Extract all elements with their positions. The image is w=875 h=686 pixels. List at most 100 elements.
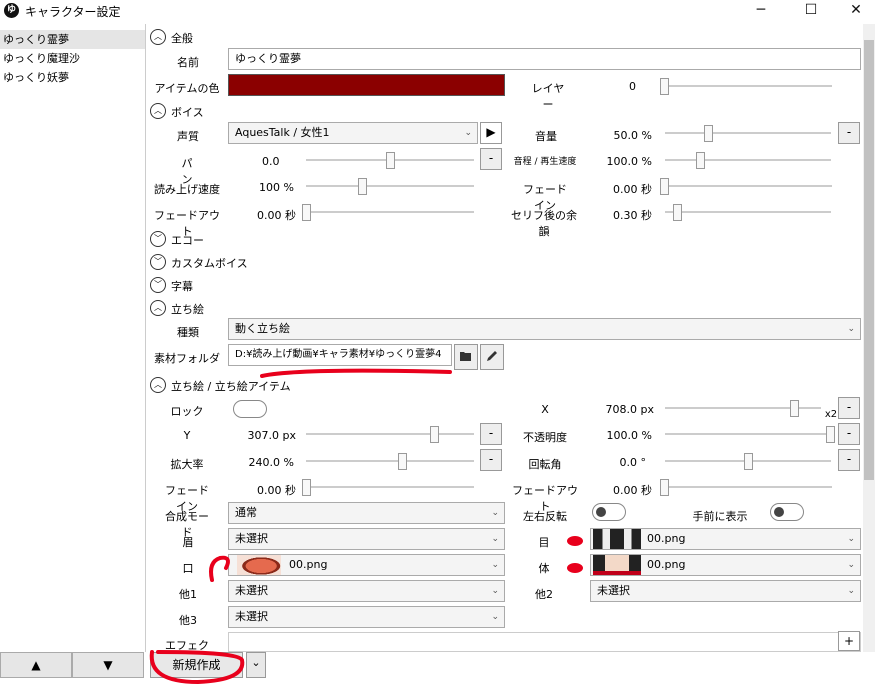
pitch-value: 100.0 % [606, 155, 652, 168]
chevron-down-icon: ⌄ [491, 534, 499, 544]
character-item-marisa[interactable]: ゆっくり魔理沙 [0, 49, 145, 68]
lock-toggle[interactable] [233, 400, 267, 418]
character-item-youmu[interactable]: ゆっくり妖夢 [0, 68, 145, 87]
name-input[interactable]: ゆっくり霊夢 [228, 48, 861, 70]
effect-list[interactable] [228, 632, 861, 652]
y-value: 307.0 px [247, 429, 296, 442]
x-slider[interactable] [665, 400, 821, 417]
folder-input[interactable]: D:¥読み上げ動画¥キャラ素材¥ゆっくり霊夢4 [228, 344, 452, 366]
mouth-thumbnail [237, 555, 281, 575]
item-fadein-slider[interactable] [302, 479, 474, 496]
eyebrow-select[interactable]: 未選択 ⌄ [228, 528, 505, 550]
volume-reset-button[interactable]: - [838, 122, 860, 144]
name-label: 名前 [177, 56, 199, 69]
voice-quality-value: AquesTalk / 女性1 [235, 126, 330, 139]
item-fadeout-slider[interactable] [660, 479, 832, 496]
front-toggle[interactable] [770, 503, 804, 521]
x-reset-button[interactable]: - [838, 397, 860, 419]
voice-fadein-slider[interactable] [660, 178, 832, 195]
chevron-down-icon: ⌄ [464, 128, 472, 138]
other2-label: 他2 [535, 588, 553, 601]
margin-slider[interactable] [665, 204, 831, 221]
collapse-icon[interactable]: ︿ [150, 29, 166, 45]
section-echo-title: エコー [171, 234, 204, 247]
eye-label: 目 [538, 536, 550, 549]
zoom-reset-button[interactable]: - [480, 449, 502, 471]
rotation-label: 回転角 [528, 458, 562, 471]
mouth-select[interactable]: 00.png ⌄ [228, 554, 505, 576]
expand-icon[interactable]: ﹀ [150, 231, 166, 247]
annotation-underline [260, 368, 452, 378]
scrollbar-thumb[interactable] [864, 40, 874, 480]
other3-select[interactable]: 未選択 ⌄ [228, 606, 505, 628]
other2-value: 未選択 [597, 584, 630, 597]
zoom-slider[interactable] [306, 453, 474, 470]
body-select[interactable]: 00.png ⌄ [590, 554, 861, 576]
item-color-swatch[interactable] [228, 74, 505, 96]
section-custom-voice-title: カスタムボイス [171, 257, 248, 270]
folder-open-icon[interactable] [454, 344, 478, 370]
pan-reset-button[interactable]: - [480, 148, 502, 170]
expand-icon[interactable]: ﹀ [150, 254, 166, 270]
rotation-reset-button[interactable]: - [838, 449, 860, 471]
character-list: ゆっくり霊夢 ゆっくり魔理沙 ゆっくり妖夢 [0, 24, 146, 652]
chevron-down-icon: ⌄ [847, 586, 855, 596]
character-item-reimu[interactable]: ゆっくり霊夢 [0, 30, 145, 49]
play-button[interactable]: ▶ [480, 122, 502, 144]
tachie-type-select[interactable]: 動く立ち絵 ⌄ [228, 318, 861, 340]
section-subtitle-title: 字幕 [171, 280, 193, 293]
pan-slider[interactable] [306, 152, 474, 169]
voice-quality-label: 声質 [177, 130, 199, 143]
chevron-down-icon: ⌄ [847, 324, 855, 334]
tachie-type-label: 種類 [177, 326, 199, 339]
pitch-slider[interactable] [665, 152, 831, 169]
new-character-button[interactable]: 新規作成 [150, 652, 243, 678]
expand-icon[interactable]: ﹀ [150, 277, 166, 293]
minimize-button[interactable]: ─ [738, 0, 784, 22]
y-slider[interactable] [306, 426, 474, 443]
y-reset-button[interactable]: - [480, 423, 502, 445]
section-tachie-item-title: 立ち絵 / 立ち絵アイテム [171, 380, 291, 393]
zoom-label: 拡大率 [170, 458, 204, 471]
item-fadeout-value: 0.00 秒 [613, 484, 652, 497]
close-button[interactable]: ✕ [833, 0, 875, 22]
layer-value: 0 [629, 80, 636, 93]
rotation-slider[interactable] [665, 453, 831, 470]
eye-select[interactable]: 00.png ⌄ [590, 528, 861, 550]
collapse-icon[interactable]: ︿ [150, 103, 166, 119]
voice-quality-select[interactable]: AquesTalk / 女性1 ⌄ [228, 122, 478, 144]
voice-fadeout-slider[interactable] [302, 204, 474, 221]
move-up-button[interactable]: ▲ [0, 652, 72, 678]
layer-slider[interactable] [660, 78, 832, 95]
mouth-label: 口 [182, 562, 194, 575]
read-speed-slider[interactable] [306, 178, 474, 195]
annotation-mark [209, 555, 230, 582]
opacity-slider[interactable] [665, 426, 835, 443]
other1-select[interactable]: 未選択 ⌄ [228, 580, 505, 602]
volume-slider[interactable] [665, 125, 831, 142]
collapse-icon[interactable]: ︿ [150, 300, 166, 316]
opacity-label: 不透明度 [523, 431, 567, 444]
opacity-reset-button[interactable]: - [838, 423, 860, 445]
body-thumbnail [593, 555, 641, 575]
collapse-icon[interactable]: ︿ [150, 377, 166, 393]
maximize-button[interactable]: ☐ [788, 0, 834, 22]
margin-label: セリフ後の余韻 [511, 209, 577, 238]
folder-label: 素材フォルダ [154, 352, 220, 365]
new-dropdown-button[interactable]: ⌄ [246, 652, 266, 678]
chevron-down-icon: ⌄ [491, 612, 499, 622]
blend-mode-select[interactable]: 通常 ⌄ [228, 502, 505, 524]
pencil-icon[interactable] [480, 344, 504, 370]
flip-label: 左右反転 [523, 510, 567, 523]
section-voice-title: ボイス [171, 106, 204, 119]
volume-label: 音量 [535, 130, 557, 143]
flip-toggle[interactable] [592, 503, 626, 521]
annotation-dot [567, 536, 583, 546]
eyebrow-label: 眉 [182, 536, 194, 549]
add-effect-button[interactable]: + [838, 631, 860, 651]
other1-label: 他1 [179, 588, 197, 601]
body-value: 00.png [647, 558, 686, 571]
y-label: Y [183, 429, 191, 442]
other2-select[interactable]: 未選択 ⌄ [590, 580, 861, 602]
move-down-button[interactable]: ▼ [72, 652, 144, 678]
